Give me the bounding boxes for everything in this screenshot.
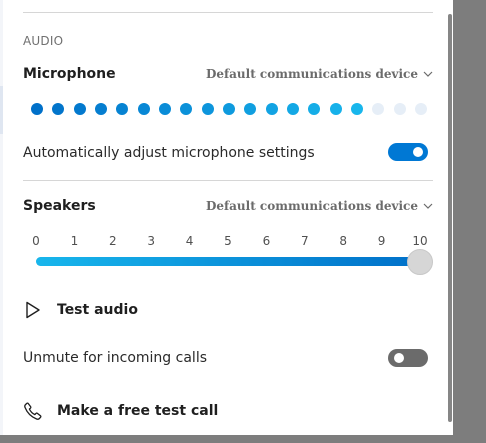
auto-adjust-toggle[interactable] [388, 143, 428, 161]
mic-level-dot [116, 103, 129, 115]
audio-settings-panel: AUDIO Microphone Default communications … [0, 0, 453, 435]
left-edge-marker [0, 86, 3, 134]
mic-level-dot [159, 103, 171, 115]
mic-level-dot [244, 103, 257, 115]
volume-slider-track[interactable] [36, 257, 420, 266]
auto-adjust-label: Automatically adjust microphone settings [23, 145, 315, 161]
mic-level-dot [52, 103, 65, 115]
chevron-down-icon [423, 71, 433, 77]
free-test-call-label: Make a free test call [57, 403, 219, 419]
volume-tick-labels: 0 1 2 3 4 5 6 7 8 9 10 [32, 234, 427, 250]
test-audio-label: Test audio [57, 302, 138, 318]
mic-level-dot [329, 103, 342, 115]
volume-slider-fill [36, 257, 420, 266]
chevron-down-icon [423, 203, 433, 209]
section-divider [23, 180, 433, 181]
microphone-level-meter [31, 102, 427, 116]
mic-level-dot [137, 103, 150, 115]
speakers-title: Speakers [23, 198, 96, 214]
toggle-knob [394, 353, 404, 363]
volume-tick-label: 8 [339, 234, 348, 248]
scrollbar[interactable] [448, 14, 452, 422]
mic-level-dot [372, 103, 385, 115]
mic-level-dot [393, 103, 406, 115]
mic-level-dot [265, 103, 278, 115]
volume-tick-label: 7 [300, 234, 309, 248]
mic-level-dot [31, 103, 43, 115]
microphone-device-label: Default communications device [205, 67, 418, 81]
mic-level-dot [201, 103, 214, 115]
free-test-call-button[interactable]: Make a free test call [23, 401, 218, 421]
mic-level-dot [73, 103, 86, 115]
test-audio-button[interactable]: Test audio [23, 300, 138, 320]
mic-level-dot [415, 103, 427, 115]
phone-icon [23, 401, 43, 421]
mic-level-dot [351, 103, 363, 115]
volume-tick-label: 10 [412, 234, 428, 248]
volume-slider-thumb[interactable] [407, 249, 433, 275]
volume-tick-label: 0 [32, 234, 40, 248]
volume-tick-label: 3 [147, 234, 156, 248]
mic-level-dot [180, 103, 193, 115]
section-label-audio: AUDIO [23, 34, 64, 48]
top-divider [23, 12, 433, 13]
volume-tick-label: 2 [108, 234, 117, 248]
microphone-title: Microphone [23, 66, 116, 82]
speakers-device-select[interactable]: Default communications device [206, 199, 433, 213]
volume-tick-label: 4 [185, 234, 194, 248]
speakers-device-label: Default communications device [205, 199, 418, 213]
play-icon [23, 300, 43, 320]
unmute-incoming-toggle[interactable] [388, 349, 428, 367]
mic-level-dot [308, 103, 321, 115]
mic-level-dot [95, 103, 107, 115]
mic-level-dot [223, 103, 235, 115]
volume-tick-label: 9 [377, 234, 386, 248]
mic-level-dot [287, 103, 299, 115]
volume-tick-label: 5 [224, 234, 232, 248]
left-edge-strip [0, 0, 3, 435]
volume-tick-label: 1 [70, 234, 79, 248]
microphone-device-select[interactable]: Default communications device [206, 67, 433, 81]
volume-tick-label: 6 [262, 234, 271, 248]
unmute-incoming-label: Unmute for incoming calls [23, 350, 207, 366]
toggle-knob [413, 147, 423, 157]
